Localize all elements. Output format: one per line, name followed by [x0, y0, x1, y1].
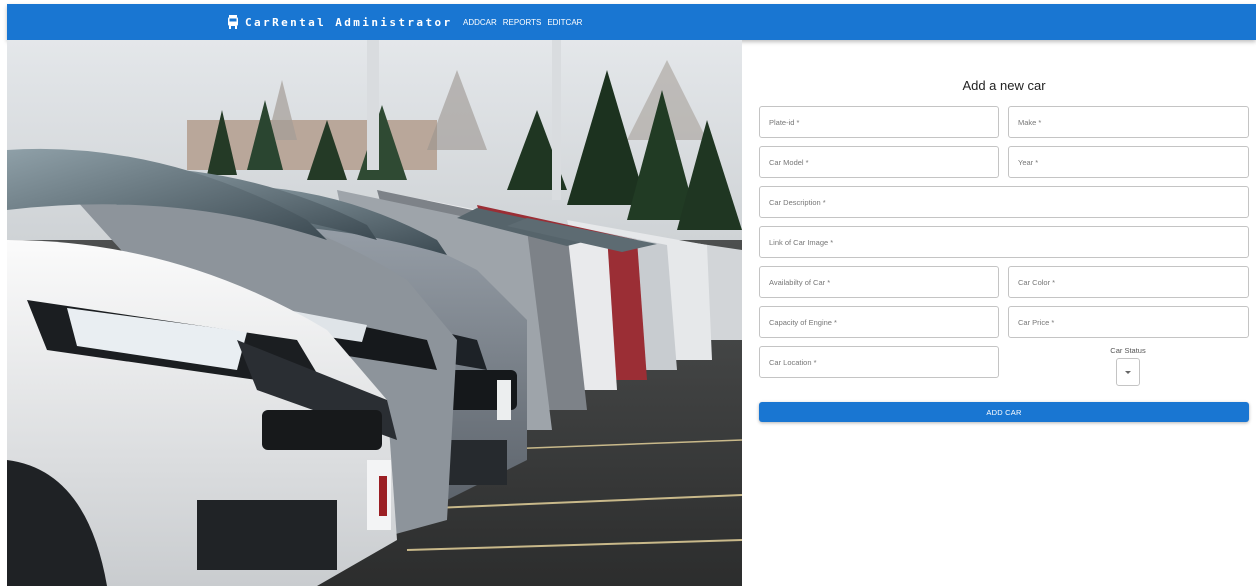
car-lot-illustration [7, 40, 742, 586]
car-color-input[interactable] [1009, 267, 1248, 297]
availability-input[interactable] [760, 267, 998, 297]
hero-car-lot-image [7, 40, 742, 586]
availability-field[interactable] [759, 266, 999, 298]
car-price-input[interactable] [1009, 307, 1248, 337]
car-location-field[interactable] [759, 346, 999, 378]
car-image-link-input[interactable] [760, 227, 1248, 257]
year-input[interactable] [1009, 147, 1248, 177]
brand-title: CarRental Administrator [245, 15, 453, 29]
chevron-down-icon [1125, 370, 1131, 374]
plate-id-field[interactable] [759, 106, 999, 138]
main-nav: ADDCAR REPORTS EDITCAR [463, 4, 588, 40]
make-field[interactable] [1008, 106, 1249, 138]
car-color-field[interactable] [1008, 266, 1249, 298]
add-car-button[interactable]: ADD CAR [759, 402, 1249, 422]
car-icon [228, 15, 238, 29]
nav-addcar[interactable]: ADDCAR [463, 18, 497, 27]
engine-capacity-input[interactable] [760, 307, 998, 337]
nav-editcar[interactable]: EDITCAR [547, 18, 582, 27]
car-price-field[interactable] [1008, 306, 1249, 338]
brand[interactable]: CarRental Administrator [227, 4, 453, 40]
nav-reports[interactable]: REPORTS [503, 18, 542, 27]
car-location-input[interactable] [760, 347, 998, 377]
car-description-field[interactable] [759, 186, 1249, 218]
form-title: Add a new car [962, 78, 1046, 93]
car-model-input[interactable] [760, 147, 998, 177]
car-model-field[interactable] [759, 146, 999, 178]
car-description-input[interactable] [760, 187, 1248, 217]
make-input[interactable] [1009, 107, 1248, 137]
car-image-link-field[interactable] [759, 226, 1249, 258]
car-status-select[interactable] [1116, 358, 1140, 386]
plate-id-input[interactable] [760, 107, 998, 137]
engine-capacity-field[interactable] [759, 306, 999, 338]
car-status-label: Car Status [1110, 346, 1146, 355]
app-bar: CarRental Administrator ADDCAR REPORTS E… [7, 4, 1256, 40]
year-field[interactable] [1008, 146, 1249, 178]
